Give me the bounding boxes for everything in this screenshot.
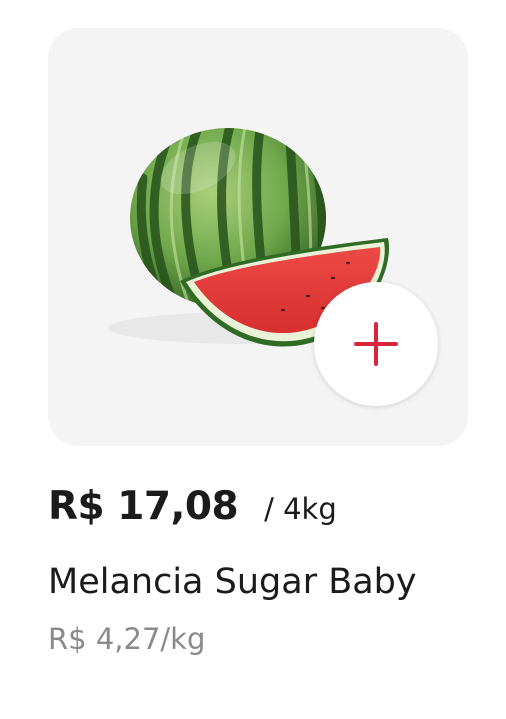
add-to-cart-button[interactable] — [314, 282, 438, 406]
product-price: R$ 17,08 — [48, 484, 239, 529]
plus-icon — [354, 322, 398, 366]
product-image-card[interactable] — [48, 28, 468, 446]
product-unit: / 4kg — [264, 492, 337, 526]
product-name[interactable]: Melancia Sugar Baby — [48, 562, 417, 602]
price-per-kg: R$ 4,27/kg — [48, 622, 206, 656]
price-row: R$ 17,08 / 4kg — [48, 484, 337, 529]
